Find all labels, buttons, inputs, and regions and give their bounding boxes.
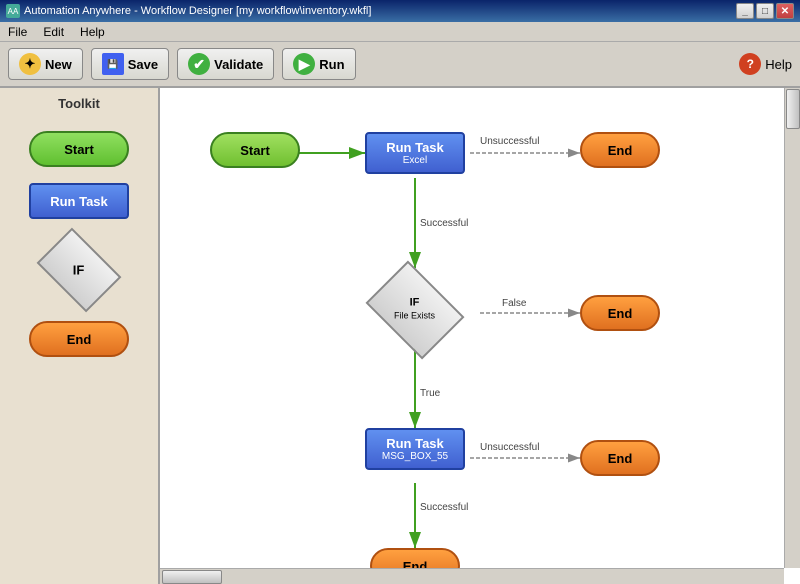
- label-unsuccessful-2: Unsuccessful: [480, 442, 539, 453]
- canvas-inner: Start Run Task Excel Unsuccessful End Su…: [160, 88, 780, 584]
- toolbar: ✦ New 💾 Save ✔ Validate ▶ Run ? Help: [0, 42, 800, 88]
- toolkit-start[interactable]: Start: [29, 131, 129, 167]
- window-title: Automation Anywhere - Workflow Designer …: [24, 5, 371, 17]
- save-label: Save: [128, 57, 158, 72]
- validate-icon: ✔: [188, 53, 210, 75]
- run-label: Run: [319, 57, 344, 72]
- flow-end-2-node[interactable]: End: [580, 295, 660, 331]
- app-icon: AA: [6, 4, 20, 18]
- label-successful-1: Successful: [420, 218, 468, 229]
- h-scroll-thumb[interactable]: [162, 570, 222, 584]
- close-button[interactable]: ✕: [776, 3, 794, 19]
- new-button[interactable]: ✦ New: [8, 48, 83, 80]
- label-successful-2: Successful: [420, 502, 468, 513]
- horizontal-scrollbar[interactable]: [160, 568, 784, 584]
- flow-end-1-node[interactable]: End: [580, 132, 660, 168]
- canvas-scroll[interactable]: Start Run Task Excel Unsuccessful End Su…: [160, 88, 800, 584]
- help-icon: ?: [739, 53, 761, 75]
- menu-bar: File Edit Help: [0, 22, 800, 42]
- if-label: IF File Exists: [394, 297, 435, 323]
- toolkit-title: Toolkit: [58, 96, 100, 111]
- v-scroll-thumb[interactable]: [786, 89, 800, 129]
- menu-edit[interactable]: Edit: [39, 24, 68, 40]
- menu-help[interactable]: Help: [76, 24, 109, 40]
- run-button[interactable]: ▶ Run: [282, 48, 355, 80]
- flow-run-task-1-label: Run Task: [386, 140, 444, 155]
- label-unsuccessful-1: Unsuccessful: [480, 136, 539, 147]
- run-icon: ▶: [293, 53, 315, 75]
- help-label: Help: [765, 57, 792, 72]
- toolkit-panel: Toolkit Start Run Task IF End: [0, 88, 160, 584]
- flow-run-task-1-node[interactable]: Run Task Excel: [365, 132, 465, 174]
- flow-end-2-label: End: [608, 306, 633, 321]
- label-false: False: [502, 298, 526, 309]
- validate-label: Validate: [214, 57, 263, 72]
- flow-end-3-label: End: [608, 451, 633, 466]
- toolkit-run-task[interactable]: Run Task: [29, 183, 129, 219]
- maximize-button[interactable]: □: [756, 3, 774, 19]
- toolkit-if-label: IF: [73, 263, 85, 278]
- title-bar: AA Automation Anywhere - Workflow Design…: [0, 0, 800, 22]
- flow-start-node[interactable]: Start: [210, 132, 300, 168]
- window-controls[interactable]: _ □ ✕: [736, 3, 794, 19]
- menu-file[interactable]: File: [4, 24, 31, 40]
- vertical-scrollbar[interactable]: [784, 88, 800, 568]
- flow-run-task-1-sub: Excel: [403, 155, 427, 166]
- save-icon: 💾: [102, 53, 124, 75]
- if-diamond: IF File Exists: [366, 261, 465, 360]
- new-label: New: [45, 57, 72, 72]
- label-true: True: [420, 388, 440, 399]
- flow-end-3-node[interactable]: End: [580, 440, 660, 476]
- title-bar-left: AA Automation Anywhere - Workflow Design…: [6, 4, 371, 18]
- new-icon: ✦: [19, 53, 41, 75]
- toolkit-if[interactable]: IF: [37, 228, 122, 313]
- flow-if-node[interactable]: IF File Exists: [365, 270, 465, 350]
- flow-end-1-label: End: [608, 143, 633, 158]
- minimize-button[interactable]: _: [736, 3, 754, 19]
- canvas-area: Start Run Task Excel Unsuccessful End Su…: [160, 88, 800, 584]
- validate-button[interactable]: ✔ Validate: [177, 48, 274, 80]
- main-area: Toolkit Start Run Task IF End: [0, 88, 800, 584]
- help-button[interactable]: ? Help: [739, 53, 792, 75]
- flow-run-task-2-sub: MSG_BOX_55: [382, 451, 448, 462]
- save-button[interactable]: 💾 Save: [91, 48, 169, 80]
- flow-run-task-2-node[interactable]: Run Task MSG_BOX_55: [365, 428, 465, 470]
- flow-start-label: Start: [240, 143, 270, 158]
- flow-run-task-2-label: Run Task: [386, 436, 444, 451]
- toolkit-end[interactable]: End: [29, 321, 129, 357]
